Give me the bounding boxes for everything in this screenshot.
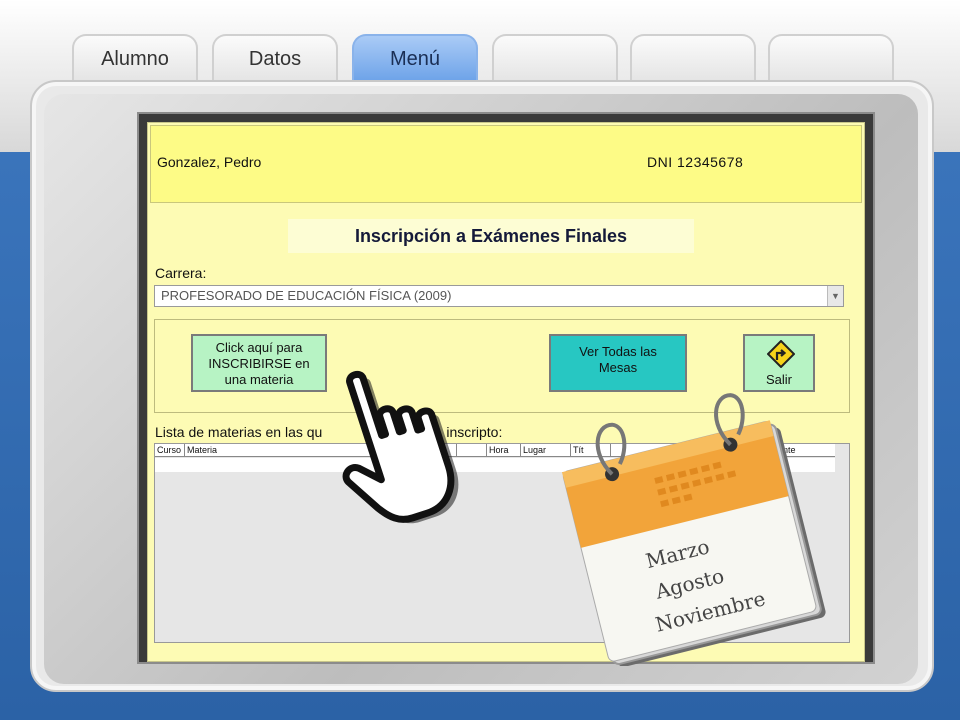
- col-curso: Curso: [155, 444, 185, 456]
- salir-button[interactable]: Salir: [743, 334, 815, 392]
- col-hora: Hora: [487, 444, 521, 456]
- student-name: Gonzalez, Pedro: [157, 154, 262, 170]
- carrera-label: Carrera:: [155, 265, 207, 281]
- hand-pointer-icon: [342, 370, 459, 524]
- carrera-value: PROFESORADO DE EDUCACIÓN FÍSICA (2009): [161, 288, 452, 303]
- inscribir-button[interactable]: Click aquí para INSCRIBIRSE en una mater…: [191, 334, 327, 392]
- tab-menu[interactable]: Menú: [352, 34, 478, 82]
- tab-empty-4[interactable]: [492, 34, 618, 82]
- tab-empty-5[interactable]: [630, 34, 756, 82]
- student-dni: DNI 12345678: [647, 154, 744, 170]
- tab-datos[interactable]: Datos: [212, 34, 338, 82]
- ver-mesas-button[interactable]: Ver Todas las Mesas: [549, 334, 687, 392]
- road-sign-icon: [767, 340, 795, 368]
- student-header: Gonzalez, Pedro DNI 12345678: [150, 125, 862, 203]
- tab-empty-6[interactable]: [768, 34, 894, 82]
- lista-label-part1: Lista de materias en las qu: [155, 424, 323, 440]
- tab-alumno[interactable]: Alumno: [72, 34, 198, 82]
- carrera-select[interactable]: PROFESORADO DE EDUCACIÓN FÍSICA (2009) ▼: [154, 285, 844, 307]
- calendar-icon: Marzo Agosto Noviembre: [562, 393, 826, 666]
- chevron-down-icon[interactable]: ▼: [827, 286, 843, 306]
- salir-label: Salir: [765, 372, 792, 387]
- form-title: Inscripción a Exámenes Finales: [288, 219, 694, 253]
